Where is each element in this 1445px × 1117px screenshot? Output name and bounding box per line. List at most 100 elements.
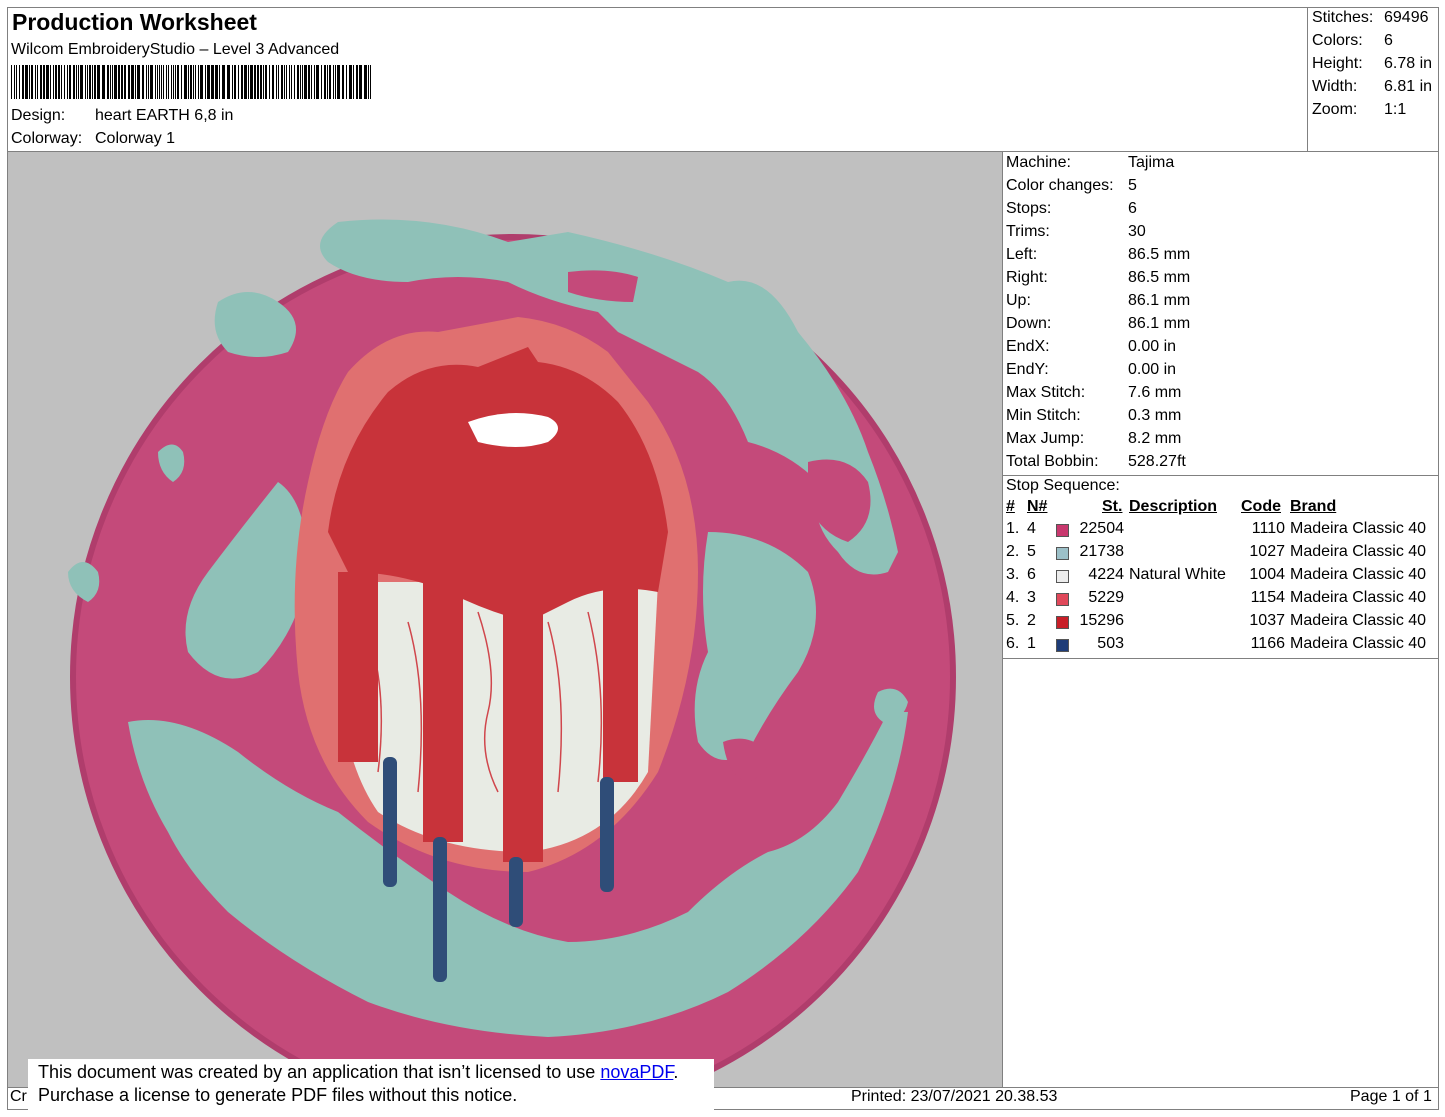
barcode-bar (356, 65, 358, 99)
barcode-bar (370, 65, 371, 99)
barcode-bar (168, 65, 169, 99)
summary-stitches: Stitches: 69496 (1312, 9, 1429, 26)
barcode-bar (205, 65, 206, 99)
barcode-bar (300, 65, 301, 99)
notice-line1: This document was created by an applicat… (38, 1062, 679, 1082)
barcode-bar (112, 65, 113, 99)
barcode-bar (353, 65, 354, 99)
embroidery-design-image (68, 219, 956, 1087)
thread-brand: Madeira Classic 40 (1290, 589, 1427, 606)
barcode-bar (148, 65, 149, 99)
needle-number: 6 (1027, 566, 1036, 583)
barcode-bar (281, 65, 283, 99)
thread-color-swatch (1056, 547, 1069, 560)
barcode-bar (193, 65, 194, 99)
stop-sequence-row: 1. 4 22504 1110 Madeira Classic 40 (1006, 520, 1436, 542)
barcode-bar (248, 65, 249, 99)
barcode-bar (31, 65, 33, 99)
novapdf-link[interactable]: novaPDF (600, 1062, 673, 1082)
stop-sequence-row: 3. 6 4224 Natural White 1004 Madeira Classic … (1006, 566, 1436, 588)
thread-brand: Madeira Classic 40 (1290, 635, 1427, 652)
row-number: 1. (1006, 520, 1020, 537)
barcode-bar (173, 65, 174, 99)
barcode-bar (76, 65, 77, 99)
row-number: 6. (1006, 635, 1020, 652)
table-bottom-divider (1003, 658, 1439, 659)
info-down: Down: 86.1 mm (1006, 315, 1191, 332)
barcode-bar (40, 65, 42, 99)
barcode-bar (244, 65, 247, 99)
info-machine: Machine: Tajima (1006, 154, 1175, 171)
thread-color-swatch (1056, 616, 1069, 629)
design-preview (8, 152, 1002, 1087)
barcode-bar (135, 65, 136, 99)
barcode-bar (58, 65, 60, 99)
barcode-bar (314, 65, 315, 99)
barcode-bar (368, 65, 369, 99)
barcode-bar (22, 65, 24, 99)
barcode-bar (131, 65, 134, 99)
summary-panel: Stitches: 69496 Colors: 6 Height: 6.78 in W… (1307, 7, 1439, 152)
summary-width: Width: 6.81 in (1312, 78, 1433, 95)
barcode-bar (35, 65, 36, 99)
barcode-bar (364, 65, 367, 99)
barcode-bar (215, 65, 218, 99)
barcode-bar (25, 65, 28, 99)
barcode-bar (311, 65, 312, 99)
barcode-bar (159, 65, 160, 99)
info-min-stitch: Min Stitch: 0.3 mm (1006, 407, 1182, 424)
info-trims: Trims: 30 (1006, 223, 1146, 240)
panel-divider (1002, 152, 1003, 1087)
design-label: Design: (11, 107, 66, 124)
barcode-bar (121, 65, 123, 99)
barcode-bar (124, 65, 126, 99)
worksheet-header: Production Worksheet Wilcom EmbroiderySt… (7, 7, 1307, 152)
barcode-bar (308, 65, 310, 99)
barcode-bar (29, 65, 30, 99)
barcode-bar (184, 65, 187, 99)
thread-color-swatch (1056, 570, 1069, 583)
barcode-bar (337, 65, 340, 99)
barcode-bar (16, 65, 17, 99)
barcode-bar (234, 65, 236, 99)
info-divider (1003, 475, 1439, 476)
col-header-num: # (1006, 498, 1015, 515)
barcode-bar (238, 65, 239, 99)
info-right: Right: 86.5 mm (1006, 269, 1191, 286)
stop-sequence-row: 6. 1 503 1166 Madeira Classic 40 (1006, 635, 1436, 657)
barcode-bar (175, 65, 176, 99)
col-header-st: St. (1102, 498, 1123, 515)
row-number: 3. (1006, 566, 1020, 583)
barcode-bar (278, 65, 279, 99)
barcode-bar (324, 65, 326, 99)
col-header-brand: Brand (1290, 498, 1337, 515)
barcode-bar (19, 65, 20, 99)
stop-sequence-row: 2. 5 21738 1027 Madeira Classic 40 (1006, 543, 1436, 565)
colorway-label: Colorway: (11, 130, 83, 147)
barcode-bar (61, 65, 62, 99)
thread-description: Natural White (1129, 566, 1226, 583)
barcode-bar (181, 65, 182, 99)
barcode-bar (177, 65, 179, 99)
barcode-bar (329, 65, 331, 99)
barcode-bar (286, 65, 287, 99)
barcode-bar (110, 65, 111, 99)
barcode-bar (200, 65, 203, 99)
barcode-bar (190, 65, 192, 99)
row-number: 4. (1006, 589, 1020, 606)
summary-height: Height: 6.78 in (1312, 55, 1433, 72)
info-endx: EndX: 0.00 in (1006, 338, 1177, 355)
needle-number: 3 (1027, 589, 1036, 606)
barcode-bar (11, 65, 12, 99)
barcode-bar (50, 65, 51, 99)
barcode-bar (53, 65, 54, 99)
col-header-code: Code (1241, 498, 1281, 515)
barcode-bar (294, 65, 295, 99)
thread-color-swatch (1056, 524, 1069, 537)
needle-number: 2 (1027, 612, 1036, 629)
thread-code: 1110 (1251, 520, 1285, 537)
notice-line2: Purchase a license to generate PDF files… (38, 1085, 518, 1105)
barcode-bar (260, 65, 262, 99)
barcode-bar (269, 65, 270, 99)
barcode-bar (335, 65, 336, 99)
